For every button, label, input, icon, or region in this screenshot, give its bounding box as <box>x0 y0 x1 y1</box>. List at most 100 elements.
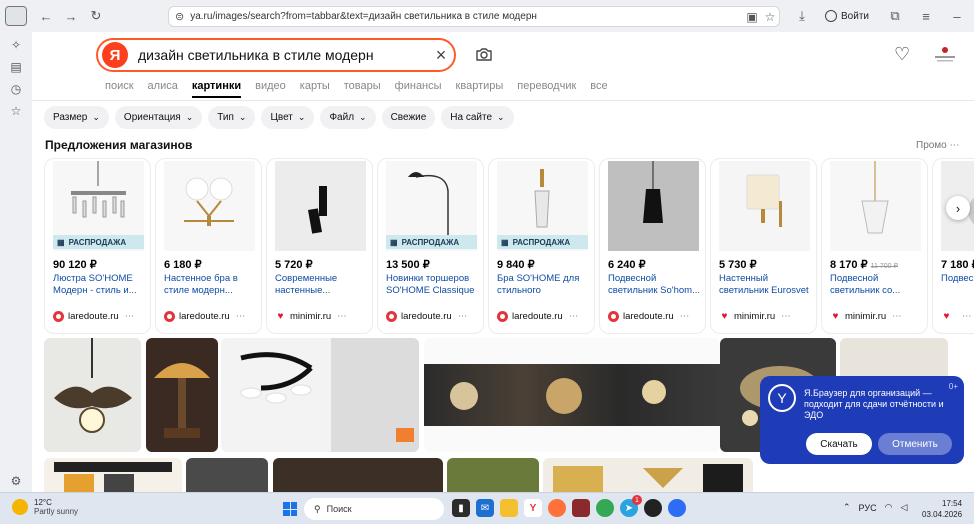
gallery-image[interactable] <box>186 458 268 492</box>
login-button[interactable]: Войти <box>819 8 875 24</box>
more-icon[interactable]: ⋯ <box>950 140 960 151</box>
gallery-image[interactable] <box>44 338 141 452</box>
offer-card[interactable]: ▦ РАСПРОДАЖА 13 500 ₽ Новинки торшеров SO'H… <box>377 158 484 334</box>
app-icon[interactable] <box>572 499 590 517</box>
tab-1[interactable]: алиса <box>148 80 178 98</box>
clear-search-icon[interactable]: × <box>428 45 454 66</box>
shop-info[interactable]: laredoute.ru ⋯ <box>164 311 245 322</box>
yandex-logo[interactable]: Я <box>102 42 128 68</box>
gallery-image[interactable] <box>273 458 443 492</box>
filter-chip[interactable]: Тип ⌄ <box>208 106 256 129</box>
carousel-next-button[interactable]: › <box>946 196 970 220</box>
cancel-button[interactable]: Отменить <box>878 433 952 455</box>
offer-title[interactable]: Современные настенные... <box>275 273 367 297</box>
mail-icon[interactable]: ✉ <box>476 499 494 517</box>
task-view-icon[interactable]: ▮ <box>452 499 470 517</box>
offer-card[interactable]: 5 720 ₽ Современные настенные... ♥ minimir.… <box>266 158 373 334</box>
offer-title[interactable]: Люстра SO'HOME Модерн - стиль и... <box>53 273 145 297</box>
offer-title[interactable]: Бра SO'HOME для стильного интерьера <box>497 273 589 297</box>
offer-card[interactable]: 7 180 ₽Подвесн светильн...♥⋯ <box>932 158 974 334</box>
more-options-icon[interactable]: ⋯ <box>781 311 791 322</box>
tab-3[interactable]: видео <box>255 80 286 98</box>
shop-info[interactable]: ♥ ⋯ <box>941 311 972 322</box>
volume-icon[interactable]: ◁ <box>900 502 907 513</box>
shop-info[interactable]: laredoute.ru ⋯ <box>53 311 134 322</box>
offer-title[interactable]: Подвесной светильник So'hom... <box>608 273 700 297</box>
offer-image[interactable] <box>608 161 699 251</box>
forward-icon[interactable]: → <box>60 5 82 27</box>
offer-title[interactable]: Новинки торшеров SO'HOME Classique <box>386 273 478 297</box>
offer-card[interactable]: 6 240 ₽ Подвесной светильник So'hom... lar… <box>599 158 706 334</box>
menu-icon[interactable]: ≡ <box>915 5 937 27</box>
shop-info[interactable]: ♥ minimir.ru ⋯ <box>830 311 902 322</box>
gallery-image[interactable] <box>447 458 539 492</box>
favorites-icon[interactable]: ☆ <box>9 104 23 118</box>
tab-5[interactable]: товары <box>344 80 381 98</box>
shop-info[interactable]: laredoute.ru ⋯ <box>497 311 578 322</box>
zoom-icon[interactable] <box>668 499 686 517</box>
telegram-icon[interactable]: ➤ 1 <box>620 495 642 517</box>
file-explorer-icon[interactable] <box>500 499 518 517</box>
image-search-camera-icon[interactable] <box>474 44 494 64</box>
minimize-icon[interactable]: – <box>946 5 968 27</box>
more-options-icon[interactable]: ⋯ <box>337 311 347 322</box>
offer-title[interactable]: Настенное бра в стиле модерн... <box>164 273 256 297</box>
filter-chip[interactable]: Цвет ⌄ <box>261 106 315 129</box>
chrome-icon[interactable] <box>596 499 614 517</box>
offer-card[interactable]: ▦ РАСПРОДАЖА 9 840 ₽ Бра SO'HOME для стильн… <box>488 158 595 334</box>
offer-image[interactable] <box>164 161 255 251</box>
bookmark-star-icon[interactable]: ☆ <box>761 10 779 24</box>
shop-info[interactable]: ♥ minimir.ru ⋯ <box>275 311 347 322</box>
offer-image[interactable] <box>830 161 921 251</box>
gallery-image[interactable] <box>424 338 720 452</box>
download-icon[interactable]: ⤓ <box>791 5 813 27</box>
history-icon[interactable]: ◷ <box>9 82 23 96</box>
shop-info[interactable]: laredoute.ru ⋯ <box>386 311 467 322</box>
offer-title[interactable]: Подвесн светильн... <box>941 273 974 297</box>
offer-title[interactable]: Подвесной светильник со... <box>830 273 922 297</box>
more-options-icon[interactable]: ⋯ <box>236 311 246 322</box>
reader-mode-icon[interactable]: ▣ <box>743 10 761 24</box>
offer-title[interactable]: Настенный светильник Eurosvet <box>719 273 811 297</box>
filter-chip[interactable]: Размер ⌄ <box>44 106 109 129</box>
gallery-image[interactable] <box>146 338 218 452</box>
alice-taskbar-icon[interactable] <box>644 499 662 517</box>
settings-icon[interactable]: ⚙ <box>9 474 23 488</box>
yandex-browser-taskbar-icon[interactable]: Y <box>524 499 542 517</box>
collections-icon[interactable]: ▤ <box>9 60 23 74</box>
tab-2[interactable]: картинки <box>191 80 242 98</box>
tab-7[interactable]: квартиры <box>456 80 504 98</box>
gallery-image[interactable] <box>221 338 419 452</box>
shop-info[interactable]: laredoute.ru ⋯ <box>608 311 689 322</box>
offer-image[interactable] <box>719 161 810 251</box>
offer-card[interactable]: ▦ РАСПРОДАЖА 90 120 ₽ Люстра SO'HOME Модерн… <box>44 158 151 334</box>
more-options-icon[interactable]: ⋯ <box>680 311 690 322</box>
start-icon[interactable] <box>283 502 297 516</box>
tab-6[interactable]: финансы <box>395 80 442 98</box>
download-button[interactable]: Скачать <box>806 433 872 455</box>
gallery-image[interactable] <box>543 458 753 492</box>
filter-chip[interactable]: Свежие <box>381 106 436 129</box>
language-indicator[interactable]: РУС <box>859 503 877 513</box>
offer-card[interactable]: 6 180 ₽ Настенное бра в стиле модерн... la… <box>155 158 262 334</box>
tab-4[interactable]: карты <box>300 80 330 98</box>
shop-info[interactable]: ♥ minimir.ru ⋯ <box>719 311 791 322</box>
more-options-icon[interactable]: ⋯ <box>125 311 135 322</box>
tab-0[interactable]: поиск <box>105 80 134 98</box>
tray-expand-icon[interactable]: ⌃ <box>843 502 851 513</box>
offer-card[interactable]: 5 730 ₽ Настенный светильник Eurosvet ♥ min… <box>710 158 817 334</box>
search-query[interactable]: дизайн светильника в стиле модерн <box>138 47 428 63</box>
more-options-icon[interactable]: ⋯ <box>962 311 972 322</box>
gallery-image[interactable] <box>44 458 182 492</box>
offer-card[interactable]: 8 170 ₽ 11 700 ₽ Подвесной светильник со.… <box>821 158 928 334</box>
reload-icon[interactable]: ↻ <box>85 5 107 27</box>
offer-image[interactable] <box>275 161 366 251</box>
filter-chip[interactable]: Файл ⌄ <box>320 106 376 129</box>
firefox-icon[interactable] <box>548 499 566 517</box>
extensions-icon[interactable]: ⧉ <box>884 5 906 27</box>
tab-9[interactable]: все <box>590 80 607 98</box>
back-icon[interactable]: ← <box>35 5 57 27</box>
tab-8[interactable]: переводчик <box>517 80 576 98</box>
alice-icon[interactable]: ✧ <box>9 38 23 52</box>
filter-chip[interactable]: На сайте ⌄ <box>441 106 514 129</box>
